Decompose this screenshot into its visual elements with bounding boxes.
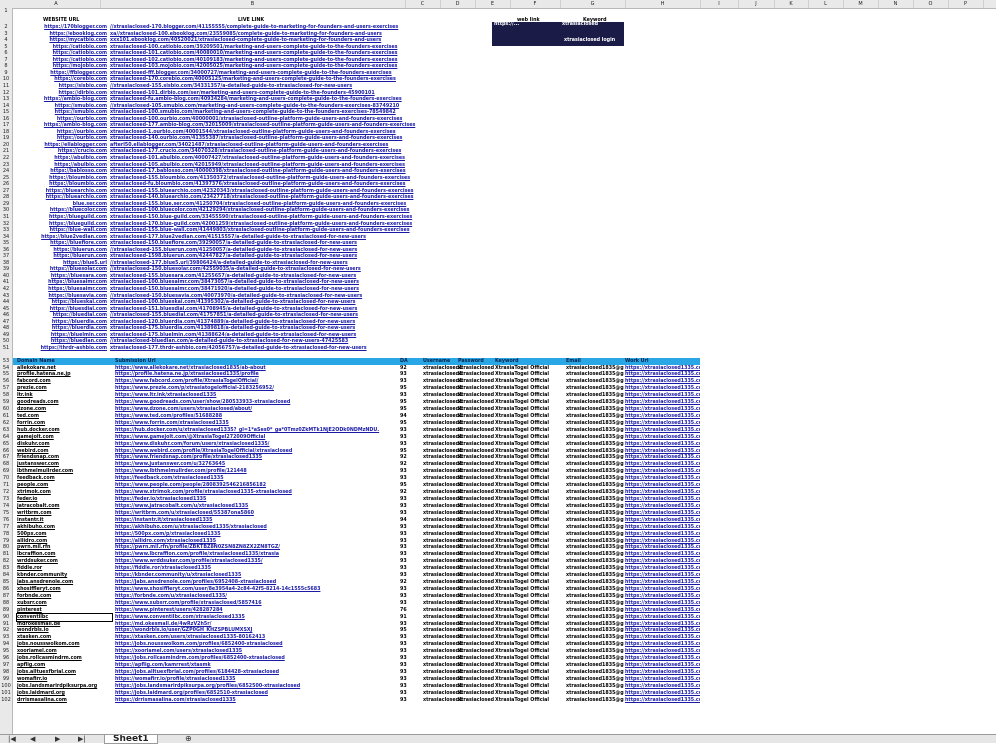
column-header[interactable]: O [913,0,949,8]
row-number[interactable]: 53 [0,358,12,365]
website-url-header[interactable]: WEBSITE URL [43,17,103,24]
submission-column-header[interactable]: Submission Url [115,358,315,365]
tab-sheet1[interactable]: Sheet1 [104,735,158,744]
domain-column-header[interactable]: Domain Name [17,358,97,365]
column-header[interactable]: G [560,0,626,8]
keyword-column-header[interactable]: Keyword [495,358,555,365]
navy-login: xtrasiaclosed login [564,38,616,43]
password-column-header[interactable]: Password [458,358,498,365]
row-number[interactable]: 1 [0,8,12,15]
column-header[interactable]: F [510,0,561,8]
column-header[interactable]: C [405,0,441,8]
email-cell[interactable]: xtrasiaclosed1835@gmail [566,697,624,704]
spreadsheet-grid-area[interactable]: ABCDEFGHIJKLMNOP 1 2 3 4 5 6 7 8 9 10 11 12 13 14 15 16… [0,0,996,734]
column-header[interactable]: K [774,0,809,8]
workurl-column-header[interactable]: Work Url [625,358,685,365]
da-column-header[interactable]: DA [400,358,420,365]
table-header-row: Domain Name Submission Url DA Username Passw… [13,357,700,365]
navy-url: https://... [494,22,520,27]
column-header[interactable]: E [475,0,511,8]
password-cell[interactable]: xtrasiaclosed [458,697,494,704]
column-header[interactable]: I [700,0,739,8]
live-link-header[interactable]: LIVE LINK [238,17,298,24]
column-header[interactable]: D [440,0,476,8]
keyword-info-box[interactable]: https://... xtrasiaclosed xtrasiaclosed … [492,22,624,46]
da-cell[interactable]: 93 [400,697,420,704]
table-row: drrismasalina.com https://drrismasalina.c… [13,697,996,704]
website-url-cell[interactable]: https://thrdr-ashbio.com [27,345,107,352]
column-header[interactable]: A [12,0,101,8]
work-url-cell[interactable]: https://xtrasiaclosed1335.com [625,697,700,704]
column-header[interactable]: P [948,0,984,8]
live-link-cell[interactable]: xtrasiaclosed-177.thrdr-ashbio.com/42056… [110,345,440,352]
username-cell[interactable]: xtrasiaclosed15 [423,697,463,704]
navy-keyword: xtrasiaclosed [562,22,599,27]
submission-url-cell[interactable]: https://drrismasalina.com/xtrasiaclosed1… [115,697,397,704]
column-header[interactable]: N [878,0,914,8]
column-header[interactable]: H [625,0,701,8]
keyword-cell[interactable]: XtrasiaTogel Official [495,697,565,704]
row-number[interactable]: 51 [0,345,12,352]
username-column-header[interactable]: Username [423,358,463,365]
cell-grid[interactable]: WEBSITE URL LIVE LINK web link Keyword h… [13,9,996,734]
row-header-bar: 1 2 3 4 5 6 7 8 9 10 11 12 13 14 15 16 17 18 19 20 21 22 23 24 2… [0,8,13,734]
column-header[interactable]: L [808,0,844,8]
domain-cell[interactable]: drrismasalina.com [17,697,112,704]
column-header[interactable]: B [100,0,406,8]
column-header-bar: ABCDEFGHIJKLMNOP [0,0,996,9]
data-row: https://thrdr-ashbio.com xtrasiaclosed-17… [13,345,996,352]
row-number[interactable]: 102 [0,697,12,704]
column-header[interactable]: M [843,0,879,8]
column-header[interactable]: J [738,0,775,8]
email-column-header[interactable]: Email [566,358,616,365]
